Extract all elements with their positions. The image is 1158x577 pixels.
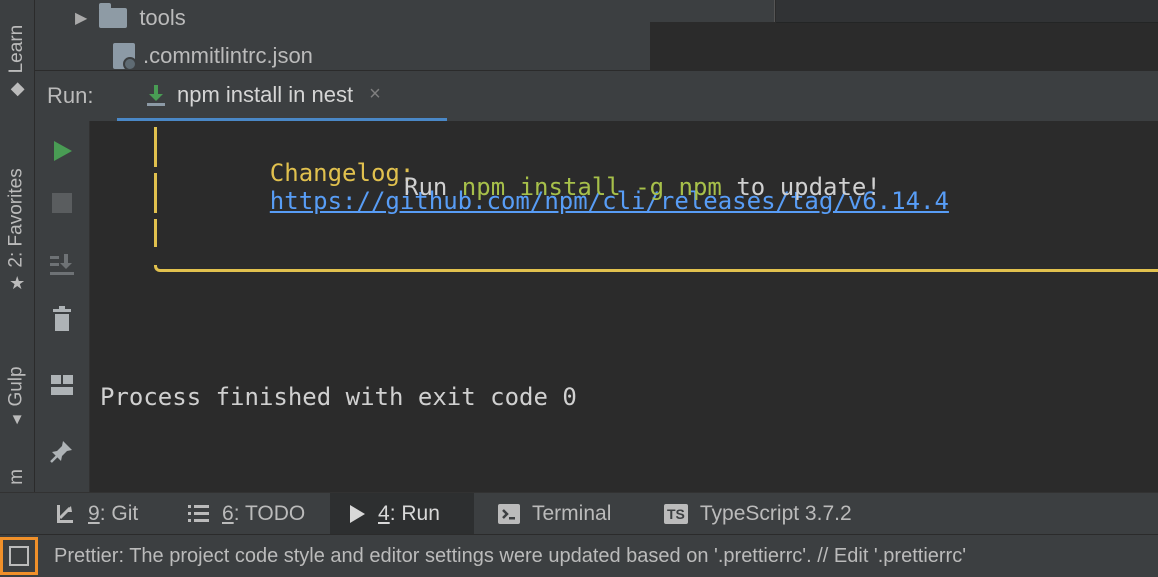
tab-run-label: 4: Run: [378, 502, 440, 526]
folder-icon: [99, 3, 128, 28]
tab-git[interactable]: 9: Git: [36, 493, 156, 535]
tab-git-label: 9: Git: [88, 502, 138, 526]
terminal-icon: [498, 504, 520, 524]
changelog-label: Changelog:: [269, 159, 415, 187]
tab-todo[interactable]: 6: TODO: [170, 493, 323, 535]
update-hint-line: Run npm install -g npm to update!: [404, 173, 881, 201]
layout-icon: [51, 375, 73, 395]
box-border-left: [154, 173, 157, 213]
update-suffix: to update!: [721, 173, 881, 201]
typescript-icon: TS: [664, 504, 688, 524]
tab-label-text: : TODO: [233, 502, 306, 525]
todo-list-icon: [188, 505, 209, 522]
tree-item-label: tools: [139, 5, 186, 30]
git-icon: [57, 505, 73, 523]
update-prefix: Run: [404, 173, 462, 201]
npm-tab-label: m: [5, 469, 27, 485]
left-tool-strip: ◆ Learn ★ 2: Favorites ▾ Gulp m: [0, 0, 35, 492]
favorites-tool-tab[interactable]: ★ 2: Favorites: [0, 140, 34, 320]
favorites-tab-label: 2: Favorites: [6, 168, 27, 268]
tree-item-label: .commitlintrc.json: [143, 43, 313, 68]
clear-all-button[interactable]: [35, 299, 89, 339]
tab-label-text: : Git: [99, 502, 139, 525]
process-exit-line: Process finished with exit code 0: [100, 383, 577, 411]
config-file-icon: [113, 43, 137, 71]
play-icon: [54, 141, 72, 161]
tab-label-text: : Run: [389, 502, 440, 525]
close-icon[interactable]: ×: [369, 83, 381, 106]
pin-icon: [50, 441, 72, 463]
learn-icon: ◆: [10, 77, 24, 98]
learn-tab-label: Learn: [6, 24, 28, 74]
layout-button[interactable]: [35, 365, 89, 405]
tab-terminal[interactable]: Terminal: [480, 493, 629, 535]
tab-todo-label: 6: TODO: [222, 502, 305, 526]
pin-tab-button[interactable]: [35, 431, 89, 471]
learn-tool-tab[interactable]: ◆ Learn: [0, 0, 34, 120]
expand-arrow-icon[interactable]: ▶: [75, 8, 87, 28]
mnemonic: 4: [378, 502, 390, 525]
update-command: npm install -g npm: [461, 173, 722, 201]
scroll-to-end-icon: [50, 254, 74, 275]
run-toolbar: [35, 121, 90, 492]
mnemonic: 9: [88, 502, 100, 525]
run-panel-label: Run:: [47, 83, 94, 108]
tool-windows-toggle-button[interactable]: [0, 537, 38, 575]
gulp-tab-label: Gulp: [6, 366, 27, 407]
stop-button[interactable]: [35, 183, 89, 223]
npm-download-icon: [147, 84, 165, 106]
tab-run[interactable]: 4: Run: [330, 493, 474, 535]
run-panel-header: Run: npm install in nest ×: [35, 70, 1158, 122]
stop-icon: [52, 193, 72, 213]
tree-item-commitlintrc[interactable]: .commitlintrc.json: [113, 40, 313, 72]
status-message[interactable]: Prettier: The project code style and edi…: [54, 535, 966, 577]
editor-area: [650, 0, 1158, 70]
tab-typescript[interactable]: TS TypeScript 3.7.2: [646, 493, 870, 535]
tree-item-tools[interactable]: ▶ tools: [75, 2, 186, 34]
run-tab-title: npm install in nest: [177, 81, 354, 107]
console-output[interactable]: Changelog: https://github.com/npm/cli/re…: [90, 121, 1158, 492]
run-config-tab[interactable]: npm install in nest ×: [117, 71, 447, 121]
star-icon: ★: [8, 273, 26, 294]
mnemonic: 6: [222, 502, 234, 525]
scroll-to-end-button[interactable]: [35, 245, 89, 285]
editor-tab-strip: [776, 0, 1158, 23]
rerun-button[interactable]: [35, 131, 89, 171]
project-tree-panel: ▶ tools .commitlintrc.json: [35, 0, 650, 72]
box-border-left: [154, 127, 157, 167]
bottom-tool-window-bar: 9: Git 6: TODO 4: Run Terminal TS TypeSc…: [0, 492, 1158, 535]
gulp-icon: ▾: [12, 408, 22, 429]
editor-gutter: [650, 0, 775, 22]
status-bar: Prettier: The project code style and edi…: [0, 534, 1158, 577]
tab-typescript-label: TypeScript 3.7.2: [699, 502, 852, 525]
box-border-bottom: [154, 265, 1158, 272]
box-border-left: [154, 219, 157, 247]
gulp-tool-tab[interactable]: ▾ Gulp: [0, 340, 34, 450]
trash-icon: [53, 306, 71, 331]
square-icon: [9, 546, 29, 566]
tab-terminal-label: Terminal: [532, 502, 612, 525]
npm-tool-tab[interactable]: m: [0, 462, 34, 492]
play-icon: [350, 505, 365, 523]
